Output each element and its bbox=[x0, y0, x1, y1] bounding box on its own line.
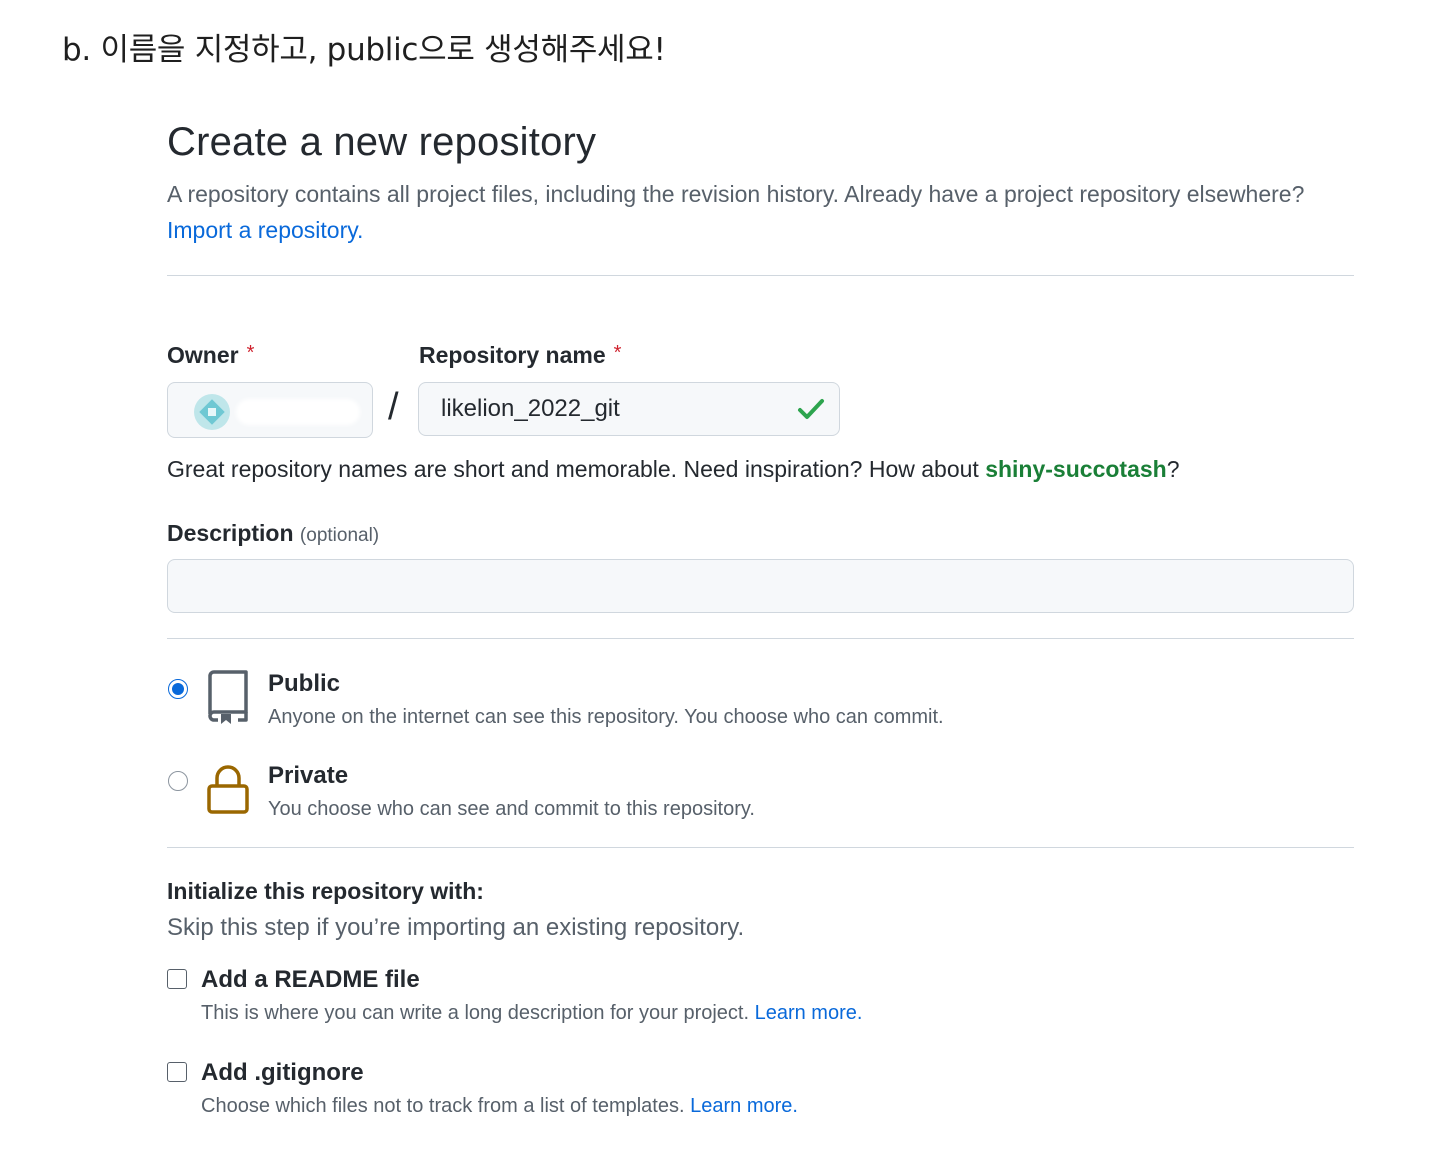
hint-text-end: ? bbox=[1166, 456, 1180, 482]
owner-repo-separator: / bbox=[388, 386, 399, 428]
repo-name-label-text: Repository name bbox=[419, 342, 606, 368]
divider bbox=[167, 638, 1354, 639]
owner-name-redacted bbox=[236, 399, 360, 425]
gitignore-desc-text: Choose which files not to track from a l… bbox=[201, 1095, 685, 1117]
repository-name-value: likelion_2022_git bbox=[441, 395, 620, 422]
repo-icon bbox=[208, 670, 248, 724]
lock-icon bbox=[207, 765, 249, 814]
repository-name-input[interactable]: likelion_2022_git bbox=[418, 382, 840, 436]
gitignore-checkbox[interactable] bbox=[167, 1062, 187, 1082]
gitignore-desc: Choose which files not to track from a l… bbox=[201, 1095, 798, 1118]
private-title: Private bbox=[268, 762, 349, 789]
subtitle-text: A repository contains all project files,… bbox=[167, 181, 1305, 207]
divider bbox=[167, 847, 1354, 848]
import-repository-link[interactable]: Import a repository. bbox=[167, 217, 363, 243]
readme-desc: This is where you can write a long descr… bbox=[201, 1002, 862, 1025]
private-desc: You choose who can see and commit to thi… bbox=[268, 798, 755, 820]
name-suggestion[interactable]: shiny-succotash bbox=[985, 456, 1167, 482]
private-radio[interactable] bbox=[168, 771, 188, 791]
public-title: Public bbox=[268, 670, 341, 697]
repo-name-required-mark: * bbox=[613, 342, 622, 364]
owner-label: Owner * bbox=[167, 342, 254, 369]
gitignore-learn-more-link[interactable]: Learn more. bbox=[690, 1095, 798, 1117]
public-radio[interactable] bbox=[168, 679, 188, 699]
page-title: Create a new repository bbox=[167, 120, 597, 164]
check-icon bbox=[798, 399, 824, 419]
init-subtitle: Skip this step if you’re importing an ex… bbox=[167, 914, 745, 941]
description-label-text: Description bbox=[167, 520, 294, 546]
divider bbox=[167, 275, 1354, 276]
avatar bbox=[194, 394, 230, 430]
owner-label-text: Owner bbox=[167, 342, 239, 368]
init-title: Initialize this repository with: bbox=[167, 878, 484, 904]
step-heading: b. 이름을 지정하고, public으로 생성해주세요! bbox=[62, 32, 666, 68]
description-input[interactable] bbox=[167, 559, 1354, 613]
description-label: Description (optional) bbox=[167, 520, 379, 547]
name-hint: Great repository names are short and mem… bbox=[167, 456, 1180, 483]
public-desc: Anyone on the internet can see this repo… bbox=[268, 706, 944, 728]
readme-title: Add a README file bbox=[201, 966, 420, 993]
repo-name-label: Repository name * bbox=[419, 342, 621, 369]
hint-text: Great repository names are short and mem… bbox=[167, 456, 986, 482]
readme-desc-text: This is where you can write a long descr… bbox=[201, 1002, 750, 1024]
owner-select[interactable] bbox=[167, 382, 373, 438]
readme-checkbox[interactable] bbox=[167, 969, 187, 989]
page-subtitle: A repository contains all project files,… bbox=[167, 176, 1354, 248]
owner-required-mark: * bbox=[246, 342, 255, 364]
readme-learn-more-link[interactable]: Learn more. bbox=[755, 1002, 863, 1024]
gitignore-title: Add .gitignore bbox=[201, 1059, 364, 1086]
optional-tag: (optional) bbox=[299, 525, 380, 546]
